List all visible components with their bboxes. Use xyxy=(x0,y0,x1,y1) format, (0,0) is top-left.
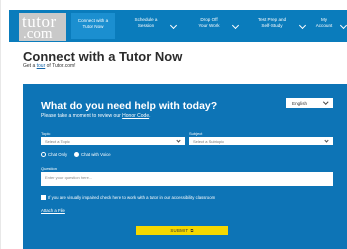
honor-code-link[interactable]: Honor Code xyxy=(122,113,149,119)
subject-select[interactable]: Select a Subtopic xyxy=(189,137,333,145)
testprep-chevron-down-icon[interactable] xyxy=(298,21,307,30)
attach-file-link[interactable]: Attach a File xyxy=(41,208,65,213)
tutor-logo[interactable]: tutor .com xyxy=(19,13,66,42)
nav-schedule-line2: Session xyxy=(137,22,155,28)
question-input[interactable]: Enter your question here... xyxy=(41,172,333,186)
form-sub-suffix: . xyxy=(149,113,151,119)
schedule-chevron-down-icon[interactable] xyxy=(169,21,178,30)
submit-button[interactable]: SUBMIT ⧉ xyxy=(136,226,228,235)
accessibility-label: If you are visually impaired check here … xyxy=(48,195,216,200)
subtitle-suffix: of Tutor.com! xyxy=(45,63,76,69)
topic-placeholder: Select a Topic xyxy=(45,139,70,144)
nav-account-line2: Account xyxy=(315,22,333,28)
topic-select[interactable]: Select a Topic xyxy=(41,137,185,145)
subtitle-prefix: Get a xyxy=(23,63,37,69)
top-nav: tutor .com Connect with a Tutor Now Sche… xyxy=(9,10,347,42)
chat-only-label: Chat Only xyxy=(48,152,68,157)
subject-label: Subject xyxy=(189,131,203,136)
subject-placeholder: Select a Subtopic xyxy=(193,139,225,144)
page-edge xyxy=(0,0,1,249)
help-form-panel: What do you need help with today? Please… xyxy=(23,84,347,249)
external-link-icon: ⧉ xyxy=(190,228,194,233)
dropoff-chevron-down-icon[interactable] xyxy=(231,21,240,30)
topic-label: Topic xyxy=(41,131,51,136)
language-value: English xyxy=(292,100,308,106)
language-chevron-down-icon xyxy=(322,98,328,104)
chat-only-radio[interactable] xyxy=(41,152,46,157)
nav-dropoff-line2: Your Work xyxy=(198,22,220,28)
nav-my-account[interactable]: My Account xyxy=(309,17,339,28)
nav-connect-tutor[interactable]: Connect with a Tutor Now xyxy=(71,13,115,39)
chat-voice-radio[interactable] xyxy=(74,152,79,157)
question-label: Question xyxy=(41,166,58,171)
submit-label: SUBMIT xyxy=(170,228,189,233)
nav-drop-off[interactable]: Drop Off Your Work xyxy=(187,17,231,28)
nav-connect-line2: Tutor Now xyxy=(82,23,104,29)
account-chevron-down-icon[interactable] xyxy=(339,21,347,30)
language-select[interactable]: English xyxy=(286,98,333,108)
form-title: What do you need help with today? xyxy=(41,100,218,112)
nav-test-prep[interactable]: Test Prep and Self-Study xyxy=(247,17,297,28)
nav-schedule-session[interactable]: Schedule a Session xyxy=(123,17,169,28)
tour-link[interactable]: tour xyxy=(37,63,46,69)
page-title: Connect with a Tutor Now xyxy=(23,49,183,64)
form-sub-prefix: Please take a moment to review our xyxy=(41,113,123,119)
accessibility-checkbox[interactable] xyxy=(41,195,46,200)
logo-text-line2: .com xyxy=(23,26,53,42)
page-subtitle: Get a tour of Tutor.com! xyxy=(23,63,76,69)
subject-chevron-down-icon xyxy=(324,137,329,143)
question-placeholder: Enter your question here... xyxy=(45,175,93,180)
chat-voice-label: Chat with Voice xyxy=(81,152,111,157)
form-subtitle: Please take a moment to review our Honor… xyxy=(41,113,151,119)
topic-chevron-down-icon xyxy=(176,137,181,143)
nav-testprep-line2: Self-Study xyxy=(261,22,283,28)
